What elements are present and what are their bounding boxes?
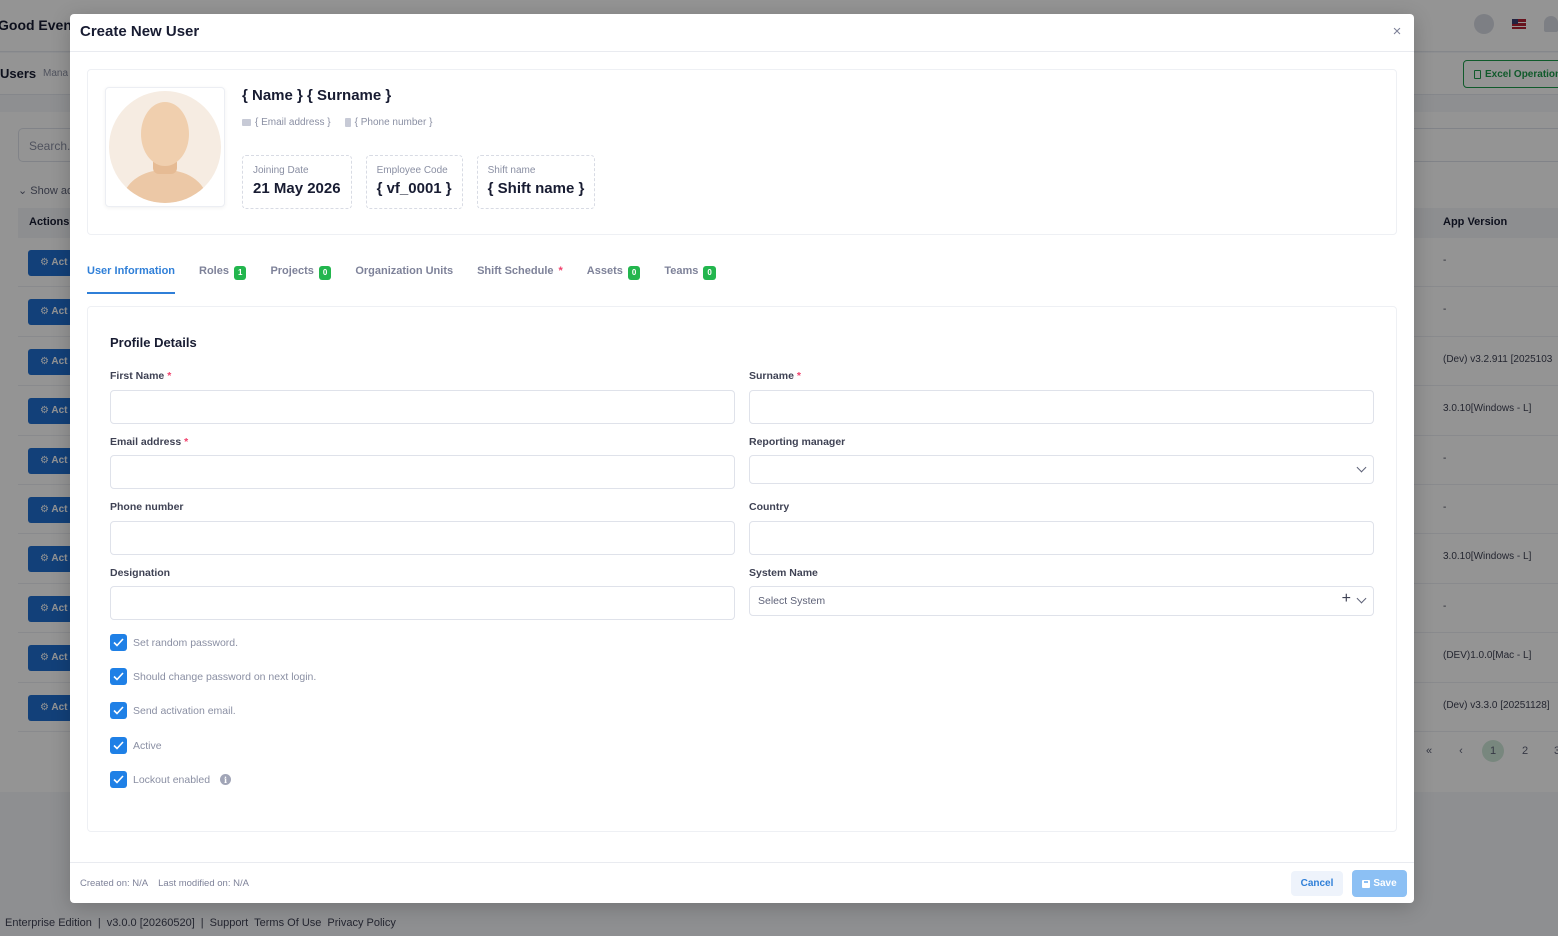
checkbox-label: Set random password. (133, 636, 239, 649)
phone-input[interactable] (110, 521, 735, 555)
close-icon[interactable]: × (1390, 24, 1404, 39)
checkbox-label: Active (133, 739, 162, 752)
tab-label: Teams (664, 265, 699, 277)
country-label: Country (749, 501, 790, 513)
save-button[interactable]: Save (1352, 870, 1407, 897)
tab-shift-schedule[interactable]: Shift Schedule * (477, 262, 563, 294)
change-password-next-login-option: Should change password on next login. (110, 668, 316, 685)
stat-value: { vf_0001 } (376, 180, 452, 197)
created-on-text: Created on: N/A (80, 878, 149, 889)
surname-label: Surname * (749, 370, 801, 382)
checkmark-icon (113, 775, 124, 784)
record-meta: Created on: N/A Last modified on: N/A (80, 878, 249, 889)
profile-email: { Email address } (242, 117, 331, 128)
chevron-down-icon (1356, 593, 1367, 604)
tab-count-badge: 0 (703, 266, 716, 280)
info-icon[interactable]: i (220, 774, 232, 785)
tab-label: Assets (586, 265, 623, 277)
active-checkbox[interactable] (110, 737, 127, 754)
tab-count-badge: 0 (318, 266, 332, 280)
modal-title: Create New User (80, 23, 200, 40)
tab-label: Organization Units (355, 265, 454, 277)
envelope-icon (242, 119, 251, 126)
profile-contacts: { Email address } { Phone number } (242, 117, 432, 128)
profile-email-text: { Email address } (255, 117, 331, 128)
tab-count-badge: 1 (233, 266, 247, 280)
phone-icon (344, 118, 351, 127)
first-name-input[interactable] (110, 390, 735, 424)
tab-projects[interactable]: Projects 0 (270, 262, 332, 294)
last-modified-text: Last modified on: N/A (158, 878, 249, 889)
tab-label: Shift Schedule (477, 265, 554, 277)
stat-label: Shift name (487, 165, 536, 176)
tab-count-badge: 0 (627, 266, 641, 280)
add-system-icon[interactable]: + (1342, 590, 1351, 608)
tab-user-information[interactable]: User Information (87, 262, 176, 294)
checkbox-label: Should change password on next login. (133, 670, 317, 683)
profile-phone-text: { Phone number } (354, 117, 433, 128)
phone-label: Phone number (110, 501, 184, 513)
stat-shift-name: Shift name { Shift name } (476, 155, 596, 209)
email-label: Email address * (110, 436, 189, 448)
tab-assets[interactable]: Assets 0 (587, 262, 641, 294)
set-random-password-option: Set random password. (110, 634, 238, 651)
checkmark-icon (113, 741, 124, 750)
required-asterisk: * (558, 265, 563, 277)
modal-header: Create New User × (70, 14, 1414, 52)
modal-footer: Created on: N/A Last modified on: N/A Ca… (70, 862, 1414, 903)
profile-summary-card: { Name } { Surname } { Email address } {… (87, 69, 1397, 235)
email-input[interactable] (110, 455, 735, 489)
stat-value: { Shift name } (487, 180, 585, 197)
set-random-password-checkbox[interactable] (110, 634, 127, 651)
user-tabs: User Information Roles 1 Projects 0 Organi… (87, 262, 740, 294)
tab-organization-units[interactable]: Organization Units (355, 262, 453, 294)
avatar[interactable] (105, 87, 225, 207)
surname-input[interactable] (749, 390, 1374, 424)
reporting-manager-select[interactable] (749, 455, 1374, 484)
required-asterisk: * (167, 370, 172, 382)
reporting-manager-label: Reporting manager (749, 436, 846, 448)
save-label: Save (1373, 878, 1397, 889)
checkbox-label: Lockout enabled (133, 773, 211, 786)
checkmark-icon (113, 706, 124, 715)
tab-label: Projects (270, 265, 314, 277)
cancel-button[interactable]: Cancel (1291, 871, 1343, 896)
system-name-select[interactable]: Select System + (749, 586, 1374, 616)
stat-joining-date: Joining Date 21 May 2026 (242, 155, 352, 209)
tab-label: Roles (199, 265, 229, 277)
profile-full-name: { Name } { Surname } (242, 87, 392, 104)
send-activation-email-checkbox[interactable] (110, 702, 127, 719)
designation-label: Designation (110, 567, 171, 579)
tab-teams[interactable]: Teams 0 (664, 262, 716, 294)
first-name-label: First Name * (110, 370, 172, 382)
checkmark-icon (113, 672, 124, 681)
system-name-label: System Name (749, 567, 818, 579)
country-input[interactable] (749, 521, 1374, 555)
floppy-disk-icon (1362, 879, 1371, 888)
designation-input[interactable] (110, 586, 735, 620)
active-option: Active (110, 737, 162, 754)
lockout-enabled-option: Lockout enabled i (110, 771, 232, 788)
required-asterisk: * (796, 370, 801, 382)
profile-phone: { Phone number } (344, 117, 433, 128)
change-password-next-login-checkbox[interactable] (110, 668, 127, 685)
create-user-modal: Create New User × { Name } { Surname } {… (70, 14, 1414, 903)
default-avatar-icon (109, 91, 221, 203)
stat-label: Employee Code (376, 165, 448, 176)
tab-roles[interactable]: Roles 1 (199, 262, 247, 294)
system-name-placeholder: Select System (758, 595, 826, 607)
chevron-down-icon (1356, 462, 1367, 473)
tab-label: User Information (87, 265, 176, 277)
profile-stats: Joining Date 21 May 2026 Employee Code {… (242, 155, 596, 209)
lockout-enabled-checkbox[interactable] (110, 771, 127, 788)
profile-details-form: Profile Details First Name * Surname * E… (87, 306, 1397, 832)
stat-value: 21 May 2026 (253, 180, 341, 197)
checkbox-label: Send activation email. (133, 704, 236, 717)
section-title: Profile Details (110, 335, 197, 350)
stat-label: Joining Date (253, 165, 309, 176)
stat-employee-code: Employee Code { vf_0001 } (365, 155, 463, 209)
required-asterisk: * (184, 436, 189, 448)
checkmark-icon (113, 638, 124, 647)
send-activation-email-option: Send activation email. (110, 702, 236, 719)
